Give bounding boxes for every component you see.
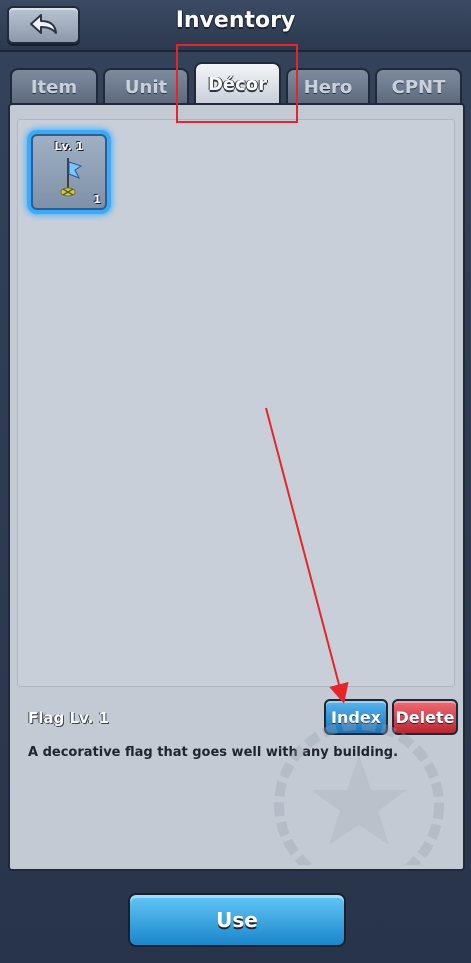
use-button[interactable]: Use: [128, 893, 346, 947]
inventory-screen: Inventory Item Unit Décor Hero CPNT Lv. …: [0, 0, 471, 963]
slot-count: 1: [93, 193, 101, 206]
selected-item-name: Flag Lv. 1: [28, 709, 109, 727]
flag-icon: [60, 158, 83, 197]
slot-level-label: Lv. 1: [54, 140, 84, 153]
inventory-panel: Lv. 1 1 Flag Lv. 1 Index Delete A decora…: [8, 103, 465, 871]
tab-item[interactable]: Item: [10, 68, 98, 104]
tab-hero[interactable]: Hero: [286, 68, 370, 104]
inventory-slot[interactable]: Lv. 1 1: [27, 130, 111, 214]
tab-highlight-annotation: [176, 44, 298, 123]
page-title: Inventory: [175, 8, 296, 33]
star-emblem-icon: [274, 720, 444, 865]
tab-cpnt[interactable]: CPNT: [375, 68, 462, 104]
slot-frame: Lv. 1 1: [31, 134, 107, 210]
item-grid: Lv. 1 1: [17, 119, 455, 687]
